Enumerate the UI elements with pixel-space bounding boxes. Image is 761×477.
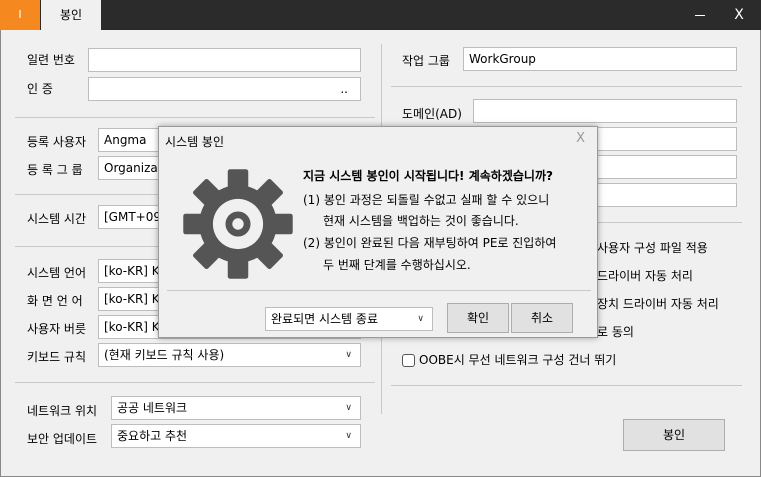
- skip-wireless-checkbox[interactable]: [402, 354, 415, 367]
- divider: [391, 86, 742, 87]
- domain-field[interactable]: [473, 99, 737, 123]
- dialog-line-1: (1) 봉인 과정은 되돌릴 수없고 실패 할 수 있으니: [303, 193, 550, 207]
- minimize-button[interactable]: [683, 0, 717, 30]
- security-update-value: 중요하고 추천: [117, 429, 188, 443]
- chevron-down-icon: ∨: [345, 403, 352, 413]
- domain-label: 도메인(AD): [402, 107, 462, 121]
- dialog-divider: [167, 290, 591, 291]
- skip-wireless-label: OOBE시 무선 네트워크 구성 건너 뛰기: [419, 353, 617, 367]
- option-agree[interactable]: 로 동의: [597, 323, 634, 340]
- keyboard-select[interactable]: (현재 키보드 규칙 사용) ∨: [98, 343, 361, 367]
- dialog-heading: 지금 시스템 봉인이 시작됩니다! 계속하겠습니까?: [303, 169, 553, 183]
- network-location-select[interactable]: 공공 네트워크 ∨: [111, 396, 361, 420]
- system-lang-label: 시스템 언어: [27, 266, 87, 280]
- divider: [15, 382, 375, 383]
- dialog-close-button[interactable]: X: [576, 131, 585, 146]
- app-icon: I: [0, 0, 40, 30]
- chevron-down-icon: ∨: [345, 431, 352, 441]
- user-locale-label: 사용자 버릇: [27, 322, 87, 336]
- auth-field[interactable]: ..: [88, 77, 361, 101]
- dialog-title: 시스템 봉인: [165, 135, 225, 149]
- seal-button[interactable]: 봉인: [623, 419, 725, 451]
- divider: [391, 385, 742, 386]
- reg-user-label: 등록 사용자: [27, 135, 87, 149]
- close-button[interactable]: X: [722, 0, 756, 30]
- workgroup-label: 작업 그룹: [402, 54, 450, 68]
- tab-seal[interactable]: 봉인: [41, 0, 101, 30]
- network-location-label: 네트워크 위치: [27, 404, 98, 418]
- divider: [15, 117, 375, 118]
- security-update-select[interactable]: 중요하고 추천 ∨: [111, 424, 361, 448]
- after-action-select[interactable]: 완료되면 시스템 종료 ∨: [265, 307, 433, 331]
- seal-dialog: 시스템 봉인 X 지금 시스템 봉인이 시작됩니다! 계속하겠습니까? (1) …: [158, 126, 598, 338]
- gear-icon: [183, 169, 293, 279]
- title-bar: I 봉인 X: [0, 0, 761, 30]
- reg-group-label: 등 록 그 룹: [27, 163, 83, 177]
- display-lang-label: 화 면 언 어: [27, 294, 83, 308]
- chevron-down-icon: ∨: [345, 350, 352, 360]
- serial-label: 일련 번호: [27, 53, 75, 67]
- dialog-line-4: 두 번째 단계를 수행하십시오.: [323, 258, 471, 272]
- chevron-down-icon: ∨: [417, 314, 424, 324]
- option-device-driver-auto[interactable]: 장치 드라이버 자동 처리: [597, 295, 719, 312]
- keyboard-value: (현재 키보드 규칙 사용): [104, 348, 225, 362]
- option-driver-auto[interactable]: 드라이버 자동 처리: [597, 267, 693, 284]
- confirm-button[interactable]: 확인: [447, 303, 509, 333]
- serial-field[interactable]: [88, 48, 361, 72]
- dialog-line-3: (2) 봉인이 완료된 다음 재부팅하여 PE로 진입하여: [303, 236, 557, 250]
- system-time-label: 시스템 시간: [27, 212, 87, 226]
- network-location-value: 공공 네트워크: [117, 401, 188, 415]
- option-user-profile[interactable]: 사용자 구성 파일 적용: [597, 239, 708, 256]
- option-skip-wireless[interactable]: OOBE시 무선 네트워크 구성 건너 뛰기: [402, 351, 616, 368]
- minimize-icon: [695, 14, 705, 16]
- cancel-button[interactable]: 취소: [511, 303, 573, 333]
- auth-browse-button[interactable]: ..: [340, 78, 348, 100]
- after-action-value: 완료되면 시스템 종료: [271, 312, 378, 326]
- keyboard-label: 키보드 규칙: [27, 350, 87, 364]
- dialog-line-2: 현재 시스템을 백업하는 것이 좋습니다.: [323, 214, 519, 228]
- auth-label: 인 증: [27, 82, 53, 96]
- security-update-label: 보안 업데이트: [27, 432, 98, 446]
- workgroup-field[interactable]: WorkGroup: [463, 47, 737, 71]
